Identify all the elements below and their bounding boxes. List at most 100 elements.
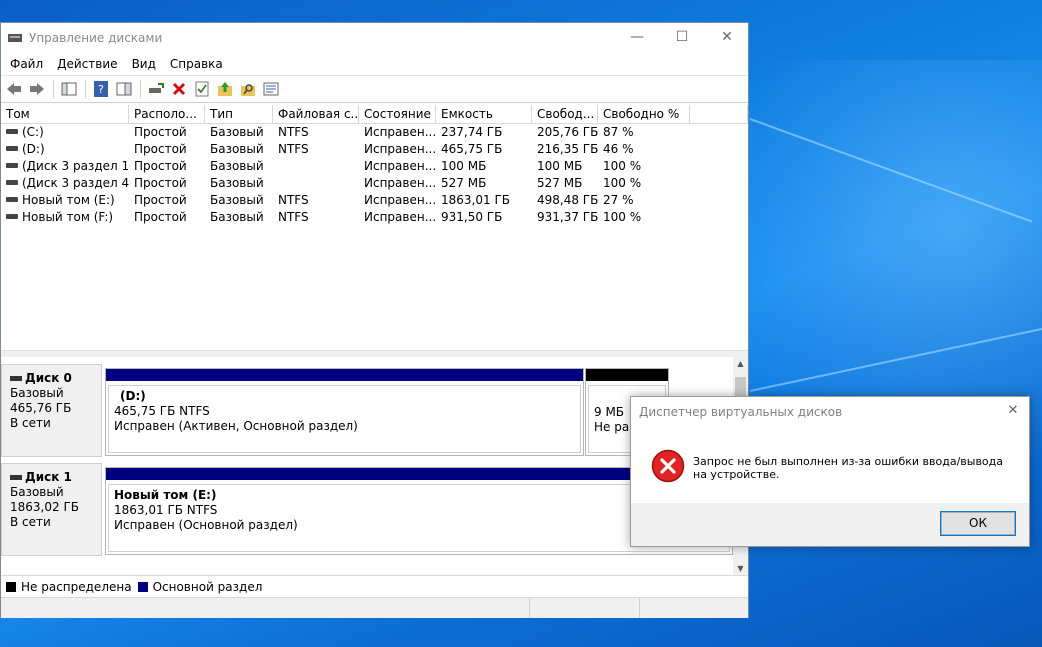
close-button[interactable]: ✕ bbox=[704, 23, 750, 53]
svg-text:?: ? bbox=[98, 83, 104, 96]
table-row[interactable]: (C:) Простой Базовый NTFS Исправен... 23… bbox=[1, 124, 748, 141]
menu-view[interactable]: Вид bbox=[125, 57, 163, 71]
disk-0-info[interactable]: Диск 0 Базовый 465,76 ГБ В сети bbox=[1, 364, 102, 457]
free-cell: 205,76 ГБ bbox=[537, 125, 598, 139]
volume-icon bbox=[6, 180, 18, 185]
filesystem-cell bbox=[273, 158, 359, 175]
free-cell: 498,48 ГБ bbox=[537, 193, 598, 207]
volume-cell: Новый том (F:) bbox=[1, 209, 129, 226]
partition-label: (D:) bbox=[120, 389, 146, 403]
capacity-cell: 931,50 ГБ bbox=[441, 210, 503, 224]
layout-cell: Простой bbox=[134, 210, 187, 224]
menu-action[interactable]: Действие bbox=[50, 57, 124, 71]
layout-cell: Простой bbox=[134, 125, 187, 139]
dialog-message: Запрос не был выполнен из-за ошибки ввод… bbox=[693, 455, 1004, 481]
layout-cell: Простой bbox=[134, 193, 187, 207]
table-row[interactable]: Новый том (F:) Простой Базовый NTFS Испр… bbox=[1, 209, 748, 226]
volume-icon bbox=[6, 197, 18, 202]
back-icon[interactable] bbox=[3, 78, 25, 100]
table-row[interactable]: (D:) Простой Базовый NTFS Исправен... 46… bbox=[1, 141, 748, 158]
disk-icon bbox=[10, 475, 22, 480]
console-tree-icon[interactable] bbox=[58, 78, 80, 100]
menu-help[interactable]: Справка bbox=[163, 57, 230, 71]
explore-icon[interactable] bbox=[237, 78, 259, 100]
column-header-free-percent[interactable]: Свободно % bbox=[598, 105, 690, 123]
column-header-filesystem[interactable]: Файловая с... bbox=[273, 105, 359, 123]
disk-type: Базовый bbox=[10, 485, 64, 499]
toolbar: ? bbox=[1, 75, 748, 103]
volume-name: (Диск 3 раздел 1) bbox=[22, 159, 129, 173]
layout-cell: Простой bbox=[134, 142, 187, 156]
legend-unallocated-label: Не распределена bbox=[21, 579, 132, 594]
volume-name: Новый том (F:) bbox=[22, 210, 114, 224]
window-title: Управление дисками bbox=[29, 31, 163, 45]
dialog-title: Диспетчер виртуальных дисков bbox=[639, 405, 843, 419]
column-header-type[interactable]: Тип bbox=[205, 105, 273, 123]
column-header-free[interactable]: Свобод... bbox=[532, 105, 598, 123]
type-cell: Базовый bbox=[210, 176, 264, 190]
filesystem-cell bbox=[273, 175, 359, 192]
volume-name: (C:) bbox=[22, 125, 44, 139]
delete-icon[interactable] bbox=[168, 78, 190, 100]
toolbar-separator bbox=[85, 80, 86, 98]
table-row[interactable]: (Диск 3 раздел 1) Простой Базовый Исправ… bbox=[1, 158, 748, 175]
disk-name: Диск 0 bbox=[25, 371, 72, 385]
volume-cell: (Диск 3 раздел 4) bbox=[1, 175, 129, 192]
statusbar bbox=[1, 597, 748, 618]
column-header-volume[interactable]: Том bbox=[1, 105, 129, 123]
column-header-status[interactable]: Состояние bbox=[359, 105, 436, 123]
menubar: Файл Действие Вид Справка bbox=[1, 53, 748, 75]
disk-icon bbox=[10, 376, 22, 381]
menu-file[interactable]: Файл bbox=[3, 57, 50, 71]
legend: Не распределена Основной раздел bbox=[1, 575, 748, 597]
status-cell: Исправен... bbox=[364, 159, 436, 173]
partition-d[interactable]: (D:) 465,75 ГБ NTFS Исправен (Активен, О… bbox=[105, 368, 584, 456]
free-cell: 527 МБ bbox=[537, 176, 583, 190]
scroll-up-icon[interactable]: ▲ bbox=[733, 359, 748, 368]
disk-1-info[interactable]: Диск 1 Базовый 1863,02 ГБ В сети bbox=[1, 463, 102, 556]
legend-primary-label: Основной раздел bbox=[152, 579, 263, 594]
check-properties-icon[interactable] bbox=[191, 78, 213, 100]
layout-cell: Простой bbox=[134, 159, 187, 173]
free-percent-cell: 46 % bbox=[603, 142, 634, 156]
volume-icon bbox=[6, 146, 18, 151]
ok-button[interactable]: ОК bbox=[940, 511, 1016, 536]
partition-state: Исправен (Активен, Основной раздел) bbox=[114, 419, 358, 433]
status-cell: Исправен... bbox=[364, 210, 436, 224]
filesystem-cell: NTFS bbox=[278, 193, 309, 207]
volume-list-header: Том Располо... Тип Файловая с... Состоян… bbox=[1, 105, 748, 124]
properties-pane-icon[interactable] bbox=[113, 78, 135, 100]
unallocated-bar bbox=[586, 369, 668, 381]
scroll-down-icon[interactable]: ▼ bbox=[733, 564, 748, 573]
error-icon bbox=[651, 449, 685, 483]
volume-name: (D:) bbox=[22, 142, 45, 156]
capacity-cell: 237,74 ГБ bbox=[441, 125, 503, 139]
column-header-layout[interactable]: Располо... bbox=[129, 105, 205, 123]
table-row[interactable]: (Диск 3 раздел 4) Простой Базовый Исправ… bbox=[1, 175, 748, 192]
open-folder-icon[interactable] bbox=[214, 78, 236, 100]
capacity-cell: 527 МБ bbox=[441, 176, 487, 190]
column-header-capacity[interactable]: Емкость bbox=[436, 105, 532, 123]
dialog-close-button[interactable]: ✕ bbox=[1003, 401, 1023, 421]
free-percent-cell: 27 % bbox=[603, 193, 634, 207]
type-cell: Базовый bbox=[210, 210, 264, 224]
free-percent-cell: 87 % bbox=[603, 125, 634, 139]
help-icon[interactable]: ? bbox=[90, 78, 112, 100]
partition-size: 465,75 ГБ NTFS bbox=[114, 404, 210, 418]
capacity-cell: 1863,01 ГБ bbox=[441, 193, 510, 207]
disk-name: Диск 1 bbox=[25, 470, 72, 484]
volume-icon bbox=[6, 129, 18, 134]
maximize-button[interactable]: ☐ bbox=[659, 23, 705, 53]
error-dialog: Диспетчер виртуальных дисков ✕ Запрос не… bbox=[630, 396, 1030, 547]
minimize-button[interactable]: — bbox=[614, 23, 660, 53]
statusbar-divider bbox=[529, 598, 530, 618]
table-row[interactable]: Новый том (E:) Простой Базовый NTFS Испр… bbox=[1, 192, 748, 209]
connect-disk-icon[interactable] bbox=[145, 78, 167, 100]
type-cell: Базовый bbox=[210, 142, 264, 156]
status-cell: Исправен... bbox=[364, 125, 436, 139]
status-cell: Исправен... bbox=[364, 142, 436, 156]
partition-d-body: (D:) 465,75 ГБ NTFS Исправен (Активен, О… bbox=[108, 385, 581, 453]
forward-icon[interactable] bbox=[26, 78, 48, 100]
column-header-empty bbox=[690, 105, 748, 123]
settings-list-icon[interactable] bbox=[260, 78, 282, 100]
